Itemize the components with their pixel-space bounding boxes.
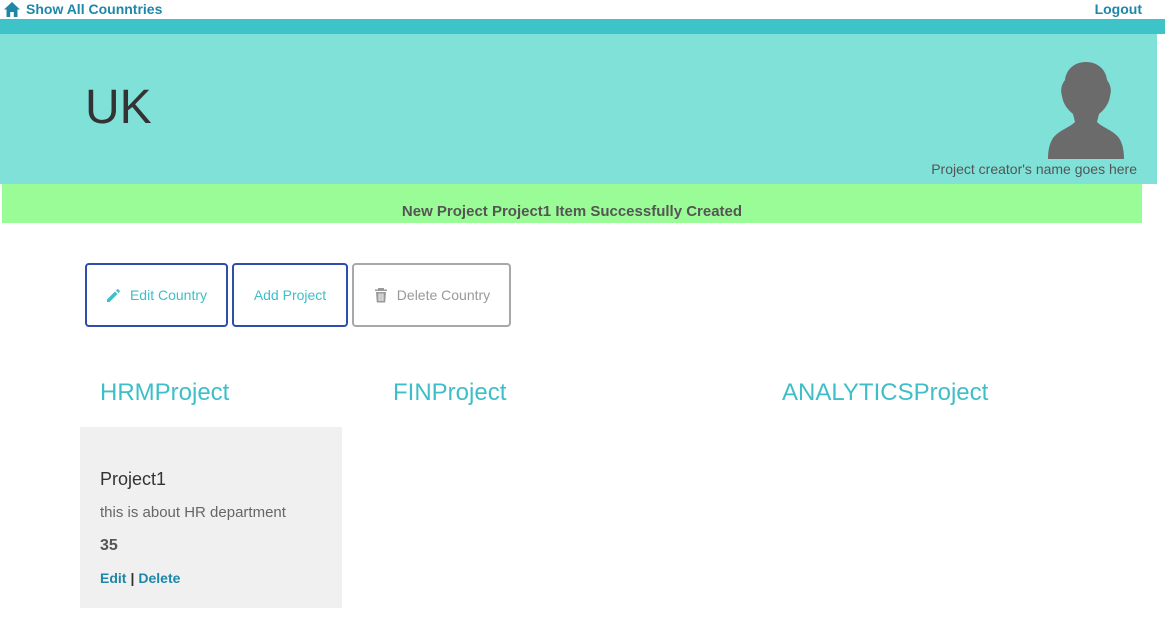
project-creator-name: Project creator's name goes here [931,161,1137,177]
trash-icon [374,288,387,303]
delete-country-label: Delete Country [396,287,491,303]
country-banner: UK Project creator's name goes here [0,34,1157,184]
action-separator: | [130,570,135,586]
edit-country-label: Edit Country [129,287,208,303]
header-strip [0,19,1165,34]
user-silhouette-icon [1048,62,1124,159]
delete-project-link[interactable]: Delete [138,570,180,586]
delete-country-button[interactable]: Delete Country [352,263,511,327]
edit-country-button[interactable]: Edit Country [85,263,228,327]
edit-project-link[interactable]: Edit [100,570,126,586]
project-description: this is about HR department [100,504,286,521]
home-icon [4,1,20,17]
logout-link[interactable]: Logout [1095,1,1142,17]
analytics-project-column-title[interactable]: ANALYTICSProject [782,379,988,407]
top-navigation: Show All Counntries Logout [0,0,1165,19]
fin-project-column-title[interactable]: FINProject [393,379,506,407]
country-title: UK [85,81,152,134]
project-actions: Edit | Delete [100,570,180,586]
project-card: Project1 this is about HR department 35 … [80,427,342,608]
hrm-project-column-title[interactable]: HRMProject [100,379,229,407]
show-all-countries-link[interactable]: Show All Counntries [4,1,162,17]
add-project-button[interactable]: Add Project [232,263,348,327]
pencil-icon [106,289,120,302]
success-alert: New Project Project1 Item Successfully C… [2,184,1142,223]
project-name: Project1 [100,469,167,489]
add-project-label: Add Project [253,287,327,303]
show-all-countries-label: Show All Counntries [26,1,163,17]
project-count: 35 [100,537,118,554]
